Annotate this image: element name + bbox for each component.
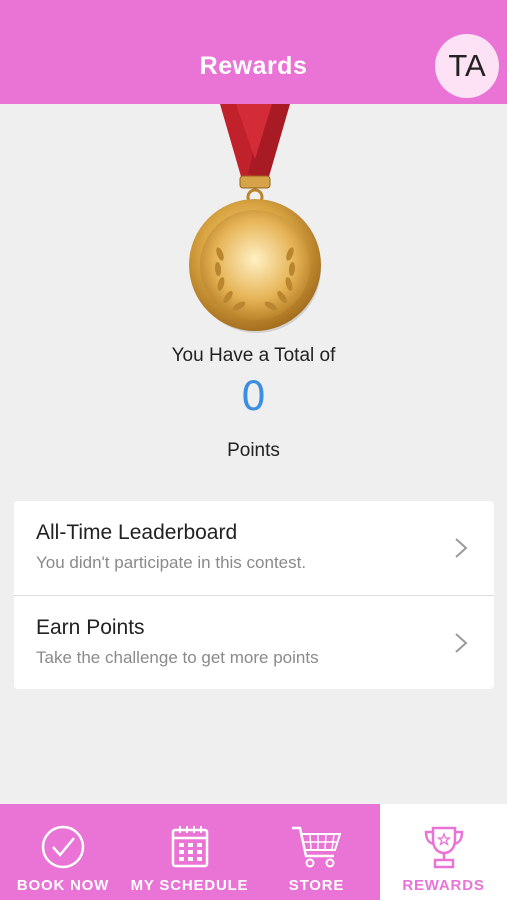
list-item-subtitle: You didn't participate in this contest. xyxy=(36,553,307,572)
trophy-icon xyxy=(424,826,463,869)
medal-icon xyxy=(189,104,321,333)
tab-label: MY SCHEDULE xyxy=(130,877,249,894)
tab-rewards[interactable]: REWARDS xyxy=(380,804,507,900)
header-bar: Rewards TA xyxy=(0,0,507,104)
points-value: 0 xyxy=(240,374,267,420)
leaderboard-item[interactable]: All-Time Leaderboard You didn't particip… xyxy=(14,501,494,595)
avatar[interactable]: TA xyxy=(435,34,499,98)
tab-label: REWARDS xyxy=(402,877,485,894)
tab-label: STORE xyxy=(288,877,345,894)
earn-points-item[interactable]: Earn Points Take the challenge to get mo… xyxy=(14,595,494,689)
check-circle-icon xyxy=(41,825,85,869)
tab-book-now[interactable]: BOOK NOW xyxy=(0,804,126,900)
list-item-title: Earn Points xyxy=(36,616,145,639)
points-total-caption: You Have a Total of xyxy=(171,345,336,366)
cart-icon xyxy=(291,826,341,868)
points-label: Points xyxy=(227,440,280,461)
tab-my-schedule[interactable]: MY SCHEDULE xyxy=(126,804,253,900)
rewards-list: All-Time Leaderboard You didn't particip… xyxy=(14,501,494,689)
tab-store[interactable]: STORE xyxy=(253,804,380,900)
chevron-right-icon xyxy=(455,538,468,558)
tab-label: BOOK NOW xyxy=(16,877,110,894)
chevron-right-icon xyxy=(455,633,468,653)
calendar-icon xyxy=(171,826,208,868)
tab-bar: BOOK NOW MY SCHEDULE STORE REWARDS xyxy=(0,804,507,900)
list-item-title: All-Time Leaderboard xyxy=(36,521,238,544)
list-item-subtitle: Take the challenge to get more points xyxy=(36,648,319,667)
page-title: Rewards xyxy=(199,52,308,80)
